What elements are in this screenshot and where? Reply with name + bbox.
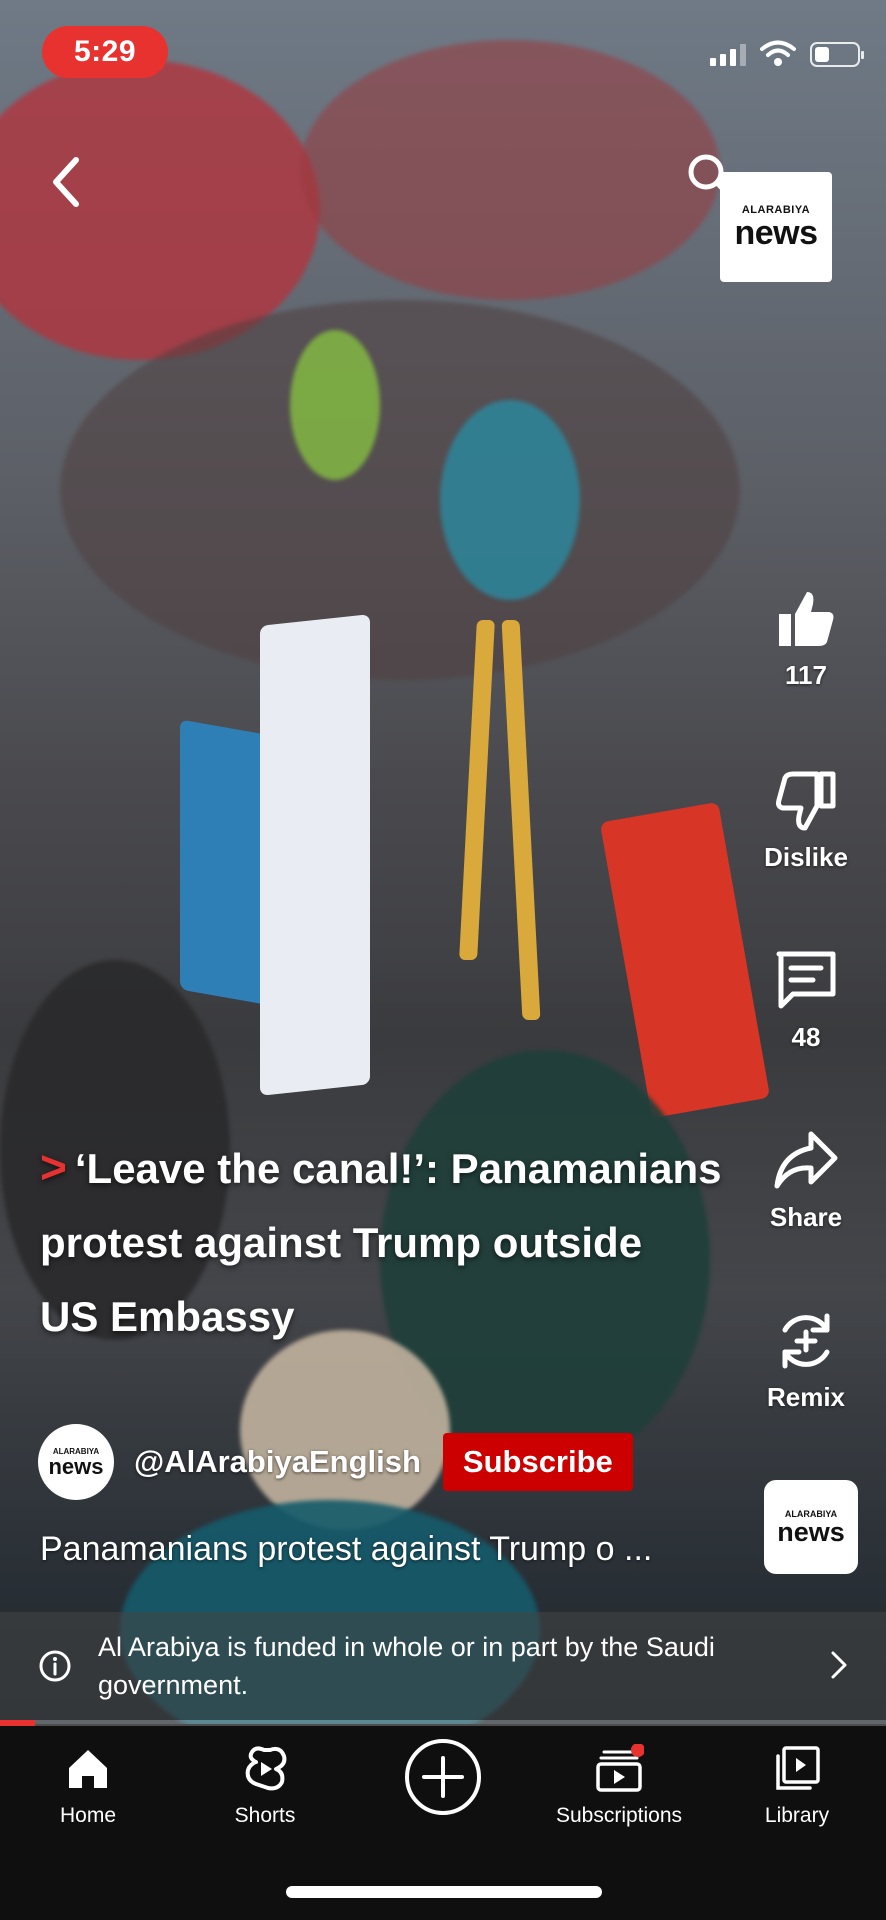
battery-icon <box>810 41 864 67</box>
remix-label: Remix <box>766 1382 846 1412</box>
nav-home[interactable]: Home <box>8 1744 168 1828</box>
like-button[interactable]: 117 <box>726 586 886 691</box>
headline-line: US Embassy <box>40 1293 295 1340</box>
road-line <box>501 620 541 1020</box>
comments-button[interactable]: 48 <box>726 948 886 1053</box>
subscriptions-icon <box>596 1744 644 1792</box>
logo-big-text: news <box>734 214 818 252</box>
channel-watermark-logo: ALARABIYA news <box>720 172 832 282</box>
info-icon <box>39 1650 71 1682</box>
shorts-icon <box>245 1746 287 1791</box>
thumbs-down-icon <box>776 771 836 831</box>
comment-count: 48 <box>791 1022 821 1052</box>
nav-shorts[interactable]: Shorts <box>185 1744 345 1828</box>
nav-subscriptions-label: Subscriptions <box>555 1804 683 1827</box>
nav-library-label: Library <box>764 1804 830 1827</box>
scene-flag-panama <box>260 614 370 1096</box>
nav-shorts-label: Shorts <box>234 1804 296 1827</box>
sound-source-button[interactable]: ALARABIYA news <box>764 1480 858 1574</box>
create-button[interactable] <box>404 1738 482 1816</box>
status-icons <box>710 40 864 68</box>
scene-person <box>290 330 380 480</box>
subscribe-button[interactable]: Subscribe <box>442 1433 633 1491</box>
wifi-icon <box>760 40 796 66</box>
headline-line-text: ‘Leave the canal!’: Panamanians <box>74 1145 722 1192</box>
funding-text: Al Arabiya is funded in whole or in part… <box>98 1632 715 1700</box>
chevron-right-icon <box>831 1651 847 1679</box>
headline-line: protest against Trump outside <box>40 1219 643 1266</box>
status-time: 5:29 <box>42 26 168 78</box>
share-icon <box>774 1131 838 1189</box>
library-icon <box>776 1746 820 1790</box>
headline-line: > ‘Leave the canal!’: Panamanians <box>40 1130 780 1206</box>
video-headline: > ‘Leave the canal!’: Panamanians protest… <box>40 1130 780 1354</box>
nav-home-label: Home <box>59 1804 117 1827</box>
avatar-big-text: news <box>48 1453 104 1479</box>
scene-crowd-front <box>60 300 740 680</box>
dislike-button[interactable]: Dislike <box>726 768 886 873</box>
channel-handle[interactable]: @AlArabiyaEnglish <box>134 1444 421 1480</box>
comment-icon <box>776 951 836 1009</box>
thumbs-up-icon <box>779 592 834 646</box>
share-label: Share <box>769 1202 843 1232</box>
remix-icon <box>782 1313 830 1369</box>
video-description[interactable]: Panamanians protest against Trump o ... <box>40 1530 652 1569</box>
nav-subscriptions[interactable]: Subscriptions <box>539 1744 699 1828</box>
funding-notice[interactable]: Al Arabiya is funded in whole or in part… <box>0 1612 886 1720</box>
scene-person <box>440 400 580 600</box>
channel-avatar[interactable]: ALARABIYA news <box>38 1424 114 1500</box>
scene-crowd <box>300 40 720 300</box>
channel-row: ALARABIYA news @AlArabiyaEnglish Subscri… <box>38 1424 633 1500</box>
signal-icon <box>710 42 746 66</box>
home-indicator[interactable] <box>286 1886 602 1898</box>
nav-library[interactable]: Library <box>717 1744 877 1828</box>
like-count: 117 <box>785 660 827 690</box>
chevron-right-icon: > <box>40 1141 67 1193</box>
home-icon <box>69 1750 107 1788</box>
back-button[interactable] <box>46 152 86 212</box>
dislike-label: Dislike <box>764 842 848 872</box>
sound-logo-big: news <box>777 1516 845 1547</box>
